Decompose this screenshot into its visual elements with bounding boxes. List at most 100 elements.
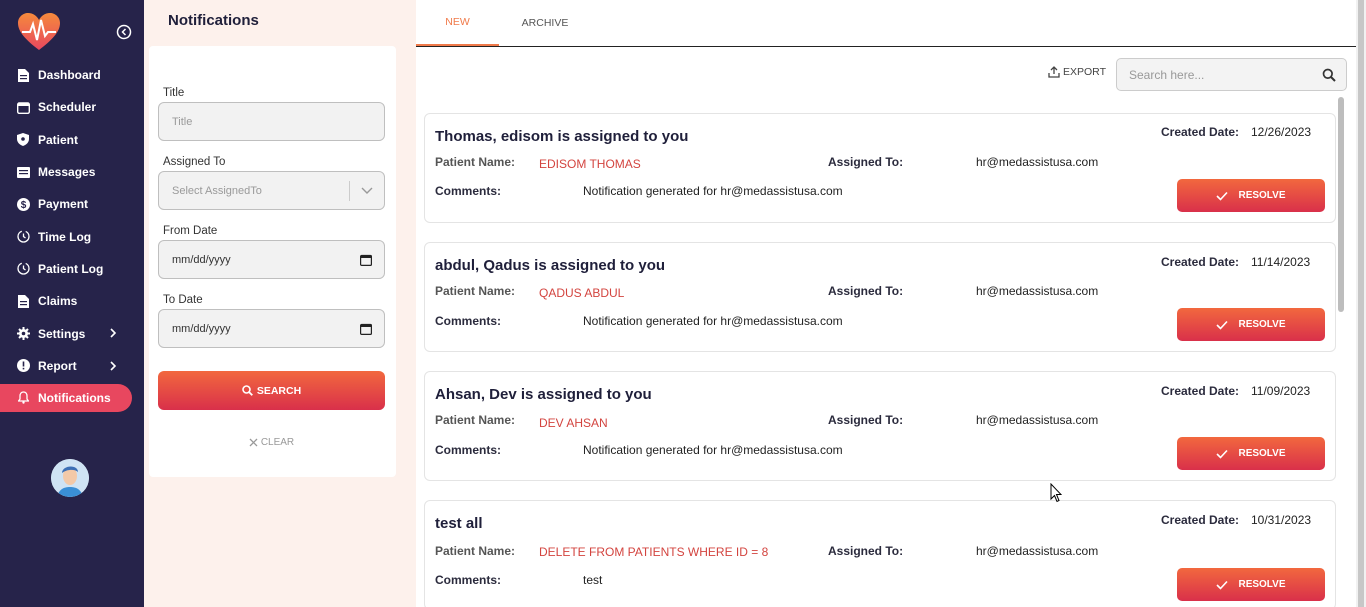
assigned-to-label: Assigned To: xyxy=(828,413,904,427)
from-date-input[interactable]: mm/dd/yyyy xyxy=(158,240,385,279)
comments-value: Notification generated for hr@medassistu… xyxy=(583,314,843,328)
assigned-to-label: Assigned To: xyxy=(828,544,904,558)
comments-value: test xyxy=(583,573,603,587)
sidebar-item-label: Scheduler xyxy=(38,100,97,115)
comments-label: Comments: xyxy=(435,573,502,587)
comments-label: Comments: xyxy=(435,314,502,328)
created-date-value: 10/31/2023 xyxy=(1251,513,1312,527)
tab-archive[interactable]: ARCHIVE xyxy=(508,0,582,46)
comments-value: Notification generated for hr@medassistu… xyxy=(583,443,843,457)
sidebar-item-claims[interactable]: Claims xyxy=(0,285,144,317)
alert-icon xyxy=(16,359,30,373)
sidebar-item-label: Payment xyxy=(38,197,89,212)
assigned-to-label: Assigned To: xyxy=(828,155,904,169)
export-label: EXPORT xyxy=(1063,66,1106,78)
sidebar-item-label: Claims xyxy=(38,294,78,309)
export-button[interactable]: EXPORT xyxy=(1048,66,1106,78)
from-date-value: mm/dd/yyyy xyxy=(172,253,231,266)
sidebar-item-dashboard[interactable]: Dashboard xyxy=(0,59,144,91)
title-input[interactable]: Title xyxy=(158,102,385,141)
upload-icon xyxy=(1048,66,1060,78)
notification-title: Thomas, edisom is assigned to you xyxy=(435,128,689,145)
check-icon xyxy=(1216,191,1229,201)
sidebar-item-messages[interactable]: Messages xyxy=(0,156,144,188)
sidebar-item-patient-log[interactable]: Patient Log xyxy=(0,253,144,285)
sidebar-item-patient[interactable]: Patient xyxy=(0,124,144,156)
main-content: NEW ARCHIVE EXPORT Search here... Thomas… xyxy=(416,0,1356,607)
check-icon xyxy=(1216,580,1229,590)
notification-title: Ahsan, Dev is assigned to you xyxy=(435,386,652,403)
assigned-to-value: hr@medassistusa.com xyxy=(976,544,1099,558)
select-separator xyxy=(349,181,350,201)
patient-name-label: Patient Name: xyxy=(435,544,516,558)
sidebar-nav: Dashboard Scheduler Patient Messages $ P… xyxy=(0,59,144,412)
sidebar-item-label: Time Log xyxy=(38,229,92,244)
calendar-icon[interactable] xyxy=(360,254,372,266)
svg-text:$: $ xyxy=(20,200,26,211)
notification-card: Ahsan, Dev is assigned to you Created Da… xyxy=(424,371,1336,481)
page-title: Notifications xyxy=(168,12,259,29)
shield-icon xyxy=(16,133,30,147)
resolve-button[interactable]: RESOLVE xyxy=(1177,568,1325,601)
created-date-value: 11/09/2023 xyxy=(1251,384,1311,398)
page-scrollbar[interactable] xyxy=(1356,0,1366,607)
assigned-to-select[interactable]: Select AssignedTo xyxy=(158,171,385,210)
sidebar-item-notifications[interactable]: Notifications xyxy=(0,383,132,412)
collapse-icon[interactable] xyxy=(116,24,132,40)
bell-icon xyxy=(16,391,30,405)
sidebar-item-report[interactable]: Report xyxy=(0,350,144,382)
search-icon xyxy=(242,385,253,396)
to-date-value: mm/dd/yyyy xyxy=(172,322,231,335)
notification-card: abdul, Qadus is assigned to you Created … xyxy=(424,242,1336,352)
comments-label: Comments: xyxy=(435,443,502,457)
search-icon[interactable] xyxy=(1322,68,1336,82)
resolve-button[interactable]: RESOLVE xyxy=(1177,179,1325,212)
message-icon xyxy=(16,165,30,179)
sidebar-item-label: Settings xyxy=(38,326,86,341)
patient-name-label: Patient Name: xyxy=(435,284,516,298)
check-icon xyxy=(1216,449,1229,459)
sidebar-item-label: Report xyxy=(38,358,77,373)
search-button[interactable]: SEARCH xyxy=(158,371,385,410)
created-date-label: Created Date: xyxy=(1161,384,1240,398)
sidebar-item-label: Notifications xyxy=(38,390,111,405)
sidebar-item-time-log[interactable]: Time Log xyxy=(0,220,144,252)
clear-button-label: CLEAR xyxy=(260,436,295,448)
sidebar-item-label: Dashboard xyxy=(38,68,101,83)
calendar-icon[interactable] xyxy=(360,323,372,335)
to-date-input[interactable]: mm/dd/yyyy xyxy=(158,309,385,348)
assigned-to-placeholder: Select AssignedTo xyxy=(172,184,262,197)
search-input[interactable]: Search here... xyxy=(1116,58,1347,91)
patient-name-value: QADUS ABDUL xyxy=(539,286,625,300)
sidebar: Dashboard Scheduler Patient Messages $ P… xyxy=(0,0,144,607)
patient-name-label: Patient Name: xyxy=(435,413,516,427)
patient-name-value: DELETE FROM PATIENTS WHERE ID = 8 xyxy=(539,545,769,559)
sidebar-item-payment[interactable]: $ Payment xyxy=(0,188,144,220)
comments-value: Notification generated for hr@medassistu… xyxy=(583,184,843,198)
resolve-label: RESOLVE xyxy=(1238,190,1286,201)
clear-button[interactable]: CLEAR xyxy=(158,434,385,450)
resolve-button[interactable]: RESOLVE xyxy=(1177,308,1325,341)
list-scrollbar[interactable] xyxy=(1338,97,1344,312)
created-date-label: Created Date: xyxy=(1161,513,1240,527)
check-icon xyxy=(1216,320,1229,330)
created-date-label: Created Date: xyxy=(1161,255,1240,269)
gear-icon xyxy=(16,327,30,341)
comments-label: Comments: xyxy=(435,184,502,198)
resolve-button[interactable]: RESOLVE xyxy=(1177,437,1325,470)
sidebar-item-settings[interactable]: Settings xyxy=(0,317,144,349)
calendar-icon xyxy=(16,100,30,114)
created-date-label: Created Date: xyxy=(1161,125,1240,139)
title-label: Title xyxy=(163,87,185,99)
resolve-label: RESOLVE xyxy=(1238,319,1286,330)
search-placeholder: Search here... xyxy=(1129,67,1205,82)
sidebar-item-scheduler[interactable]: Scheduler xyxy=(0,91,144,123)
sidebar-item-label: Patient xyxy=(38,132,79,147)
avatar[interactable] xyxy=(51,459,89,497)
assigned-to-value: hr@medassistusa.com xyxy=(976,155,1099,169)
sidebar-item-label: Patient Log xyxy=(38,261,104,276)
close-icon xyxy=(249,438,258,446)
page-scrollbar-thumb[interactable] xyxy=(1358,0,1364,607)
tab-new[interactable]: NEW xyxy=(416,0,499,46)
chevron-down-icon xyxy=(361,187,373,194)
